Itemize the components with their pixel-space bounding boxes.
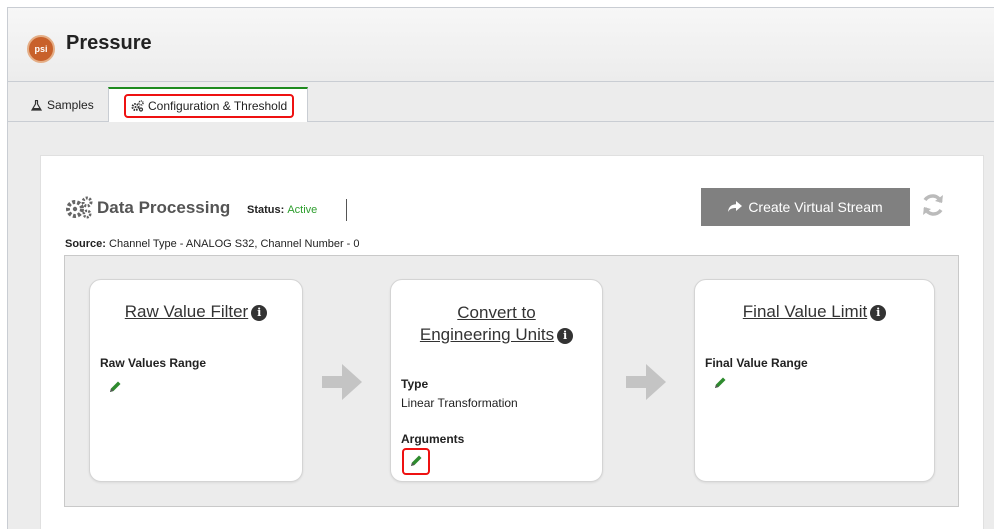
data-processing-heading: Data Processing bbox=[65, 196, 230, 220]
logo-text: psi bbox=[34, 44, 48, 54]
info-icon[interactable]: i bbox=[557, 328, 574, 344]
divider bbox=[346, 199, 347, 221]
tab-strip: Samples Configuration & Threshold bbox=[7, 82, 994, 123]
raw-value-filter-title-text: Raw Value Filter bbox=[124, 302, 249, 321]
data-processing-title: Data Processing bbox=[97, 198, 231, 217]
convert-engineering-units-title[interactable]: Convert to Engineering Units i bbox=[391, 302, 602, 346]
tab-highlight: Configuration & Threshold bbox=[124, 93, 295, 118]
gears-icon bbox=[66, 196, 93, 219]
psi-logo: psi bbox=[27, 35, 55, 63]
source-label: Source: bbox=[65, 238, 106, 250]
status-value: Active bbox=[287, 204, 318, 216]
source-value: Channel Type - ANALOG S32, Channel Numbe… bbox=[109, 238, 360, 250]
tab-samples-label: Samples bbox=[47, 98, 94, 112]
status: Status: Active bbox=[247, 204, 317, 216]
final-value-limit-card: Final Value Limit i Final Value Range bbox=[694, 279, 935, 482]
create-virtual-stream-button[interactable]: Create Virtual Stream bbox=[701, 188, 910, 226]
raw-values-range-label: Raw Values Range bbox=[100, 356, 207, 370]
final-value-range-label: Final Value Range bbox=[705, 356, 808, 370]
pencil-icon[interactable] bbox=[713, 376, 727, 390]
convert-title-line2: Engineering Units bbox=[419, 325, 555, 344]
page-header: psi Pressure bbox=[7, 7, 994, 82]
info-icon[interactable]: i bbox=[251, 305, 268, 321]
tab-config-label: Configuration & Threshold bbox=[148, 98, 288, 113]
tab-samples[interactable]: Samples bbox=[22, 88, 103, 122]
status-label: Status: bbox=[247, 204, 285, 216]
share-arrow-icon bbox=[728, 201, 743, 212]
source-line: Source: Channel Type - ANALOG S32, Chann… bbox=[65, 238, 360, 250]
type-value: Linear Transformation bbox=[401, 396, 518, 410]
pencil-icon[interactable] bbox=[108, 380, 122, 394]
create-virtual-stream-label: Create Virtual Stream bbox=[748, 199, 883, 215]
gears-icon bbox=[131, 99, 144, 112]
arguments-edit-highlight bbox=[402, 448, 430, 475]
type-label: Type bbox=[401, 377, 429, 391]
flask-icon bbox=[31, 99, 42, 111]
refresh-icon[interactable] bbox=[920, 192, 946, 218]
raw-value-filter-card: Raw Value Filter i Raw Values Range bbox=[89, 279, 303, 482]
info-icon[interactable]: i bbox=[870, 305, 887, 321]
raw-value-filter-title[interactable]: Raw Value Filter i bbox=[90, 302, 302, 322]
page-title: Pressure bbox=[66, 32, 152, 54]
final-value-limit-title-text: Final Value Limit bbox=[742, 302, 868, 321]
arrow-right-icon bbox=[626, 364, 666, 400]
arrow-right-icon bbox=[322, 364, 362, 400]
tab-configuration-threshold[interactable]: Configuration & Threshold bbox=[108, 87, 308, 123]
convert-title-line1: Convert to bbox=[457, 303, 536, 322]
arguments-label: Arguments bbox=[401, 432, 465, 446]
final-value-limit-title[interactable]: Final Value Limit i bbox=[695, 302, 934, 322]
